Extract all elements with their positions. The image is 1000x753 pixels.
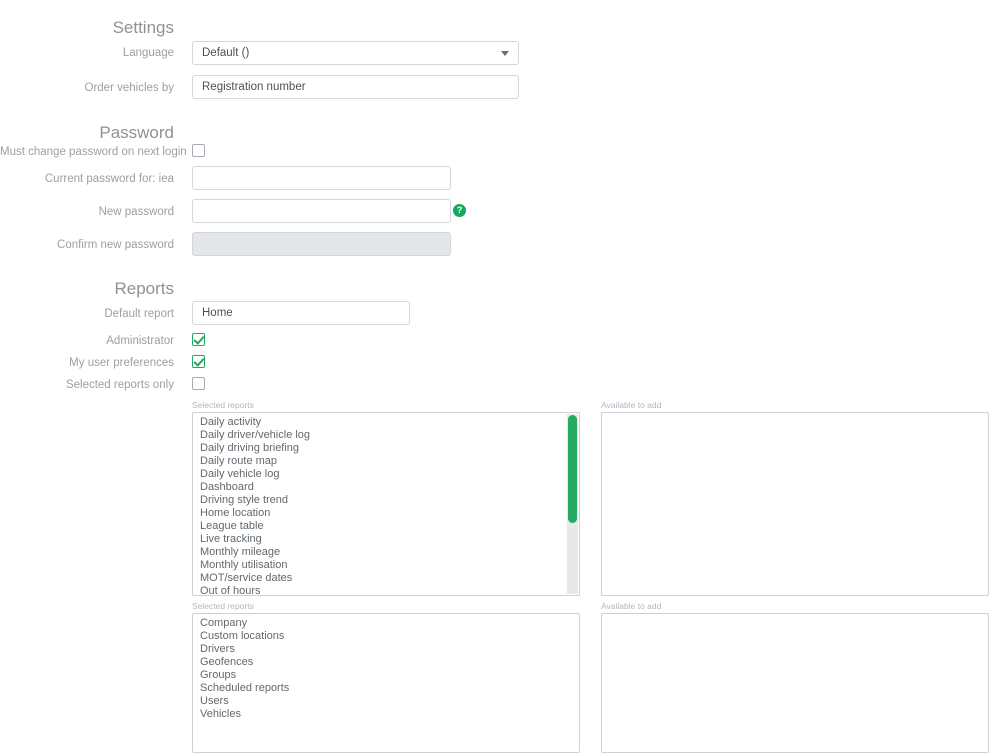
my-user-preferences-checkbox[interactable] [192,355,205,368]
chevron-down-icon [501,51,509,56]
list-item[interactable]: League table [193,520,579,533]
list-item[interactable]: Dashboard [193,481,579,494]
reports-selected-scrollbar-track[interactable] [567,414,578,594]
list-item[interactable]: Live tracking [193,533,579,546]
list-item[interactable]: Drivers [193,643,579,656]
list-item[interactable]: Daily driving briefing [193,442,579,455]
current-password-input[interactable] [192,166,451,190]
reports-selected-scrollbar-thumb[interactable] [568,415,577,523]
my-user-preferences-label: My user preferences [69,357,174,369]
list-item[interactable]: Daily driver/vehicle log [193,429,579,442]
administrator-checkbox[interactable] [192,333,205,346]
list-item[interactable]: Driving style trend [193,494,579,507]
must-change-password-label: Must change password on next login [0,146,187,158]
new-password-label: New password [98,206,174,218]
list-item[interactable]: Company [193,617,579,630]
selected-reports-only-label: Selected reports only [65,379,174,391]
default-report-label: Default report [104,308,174,320]
order-vehicles-by-input[interactable] [192,75,519,99]
current-password-label: Current password for: iea [44,173,174,185]
reports-section-title: Reports [114,279,174,298]
must-change-password-checkbox[interactable] [192,144,205,157]
language-select-value: Default () [202,47,250,59]
order-vehicles-by-label: Order vehicles by [84,82,174,94]
language-label: Language [122,47,174,59]
default-report-input[interactable] [192,301,410,325]
admin-available-label: Available to add [601,601,662,611]
list-item[interactable]: Users [193,695,579,708]
reports-available-listbox[interactable] [601,412,989,596]
list-item[interactable]: Daily vehicle log [193,468,579,481]
reports-available-label: Available to add [601,400,662,410]
list-item[interactable]: Scheduled reports [193,682,579,695]
list-item[interactable]: Geofences [193,656,579,669]
language-select[interactable]: Default () [192,41,519,65]
reports-selected-label: Selected reports [192,400,254,410]
list-item[interactable]: Vehicles [193,708,579,721]
admin-selected-label: Selected reports [192,601,254,611]
list-item[interactable]: Monthly mileage [193,546,579,559]
list-item[interactable]: Home location [193,507,579,520]
confirm-password-label: Confirm new password [57,239,174,251]
administrator-label: Administrator [106,335,174,347]
list-item[interactable]: Out of hours [193,585,579,595]
list-item[interactable]: MOT/service dates [193,572,579,585]
selected-reports-only-checkbox[interactable] [192,377,205,390]
password-section-title: Password [99,123,174,142]
list-item[interactable]: Daily activity [193,416,579,429]
reports-selected-options: Daily activity Daily driver/vehicle log Da… [193,416,579,595]
help-circle-icon[interactable]: ? [453,204,466,217]
admin-available-listbox[interactable] [601,613,989,753]
settings-section-title: Settings [112,18,174,37]
admin-selected-options: Company Custom locations Drivers Geofences G… [193,617,579,721]
list-item[interactable]: Groups [193,669,579,682]
new-password-input[interactable] [192,199,451,223]
admin-selected-listbox[interactable]: Company Custom locations Drivers Geofences G… [192,613,580,753]
confirm-password-input [192,232,451,256]
list-item[interactable]: Monthly utilisation [193,559,579,572]
list-item[interactable]: Daily route map [193,455,579,468]
reports-selected-listbox[interactable]: Daily activity Daily driver/vehicle log Da… [192,412,580,596]
list-item[interactable]: Custom locations [193,630,579,643]
